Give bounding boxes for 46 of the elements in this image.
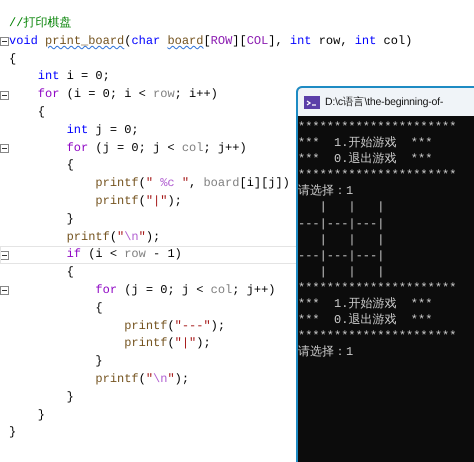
console-line: *** 1.开始游戏 ***: [298, 135, 434, 152]
code-line: int i = 0;: [36, 68, 110, 86]
console-line: ---|---|---|: [298, 216, 386, 232]
collapse-icon[interactable]: [0, 144, 9, 153]
code-line: {: [94, 300, 103, 317]
code-line: }: [66, 388, 74, 406]
code-line: {: [66, 264, 74, 282]
code-line: printf("|");: [123, 335, 211, 352]
console-line: ---|---|---|: [298, 248, 386, 264]
console-line: **********************: [298, 328, 458, 344]
code-line: printf("---");: [123, 318, 226, 335]
code-line: //打印棋盘: [9, 15, 72, 32]
console-icon: [304, 96, 320, 108]
code-line: }: [94, 353, 103, 370]
collapse-icon[interactable]: [0, 286, 9, 296]
window-title: D:\c语言\the-beginning-of-: [325, 95, 444, 109]
collapse-icon[interactable]: [0, 90, 9, 100]
code-line: printf(" %c ", board[i][j]): [94, 175, 290, 192]
code-line: {: [9, 50, 16, 68]
code-line: }: [36, 406, 46, 424]
code-line: printf("\n");: [66, 228, 160, 246]
code-line: printf("\n");: [94, 370, 190, 388]
collapse-icon[interactable]: [0, 37, 9, 46]
code-line: {: [36, 104, 46, 121]
code-line: void print_board(char board[ROW][COL], int row, int col): [9, 32, 412, 50]
code-line: }: [9, 424, 16, 442]
console-line: **********************: [298, 280, 458, 296]
console-line: | | |: [318, 264, 386, 280]
code-line: int j = 0;: [66, 122, 139, 139]
code-line: }: [66, 210, 74, 228]
console-line: 请选择：1: [298, 344, 354, 360]
code-line: {: [66, 157, 74, 174]
code-line: for (j = 0; j < col; j++): [66, 140, 247, 157]
console-line: 请选择：1: [298, 183, 354, 200]
console-line: *** 0.退出游戏 ***: [298, 312, 434, 328]
console-line: | | |: [318, 232, 386, 248]
code-line: for (j = 0; j < col; j++): [94, 282, 276, 299]
console-line: | | |: [318, 199, 386, 216]
console-line: **********************: [298, 119, 458, 136]
console-line: *** 0.退出游戏 ***: [298, 151, 434, 168]
console-line: **********************: [298, 167, 458, 184]
code-line: for (i = 0; i < row; i++): [36, 86, 218, 104]
collapse-icon[interactable]: [0, 250, 9, 260]
code-line: if (i < row - 1): [66, 246, 182, 264]
code-line: printf("|");: [94, 192, 182, 210]
console-line: *** 1.开始游戏 ***: [298, 296, 434, 312]
